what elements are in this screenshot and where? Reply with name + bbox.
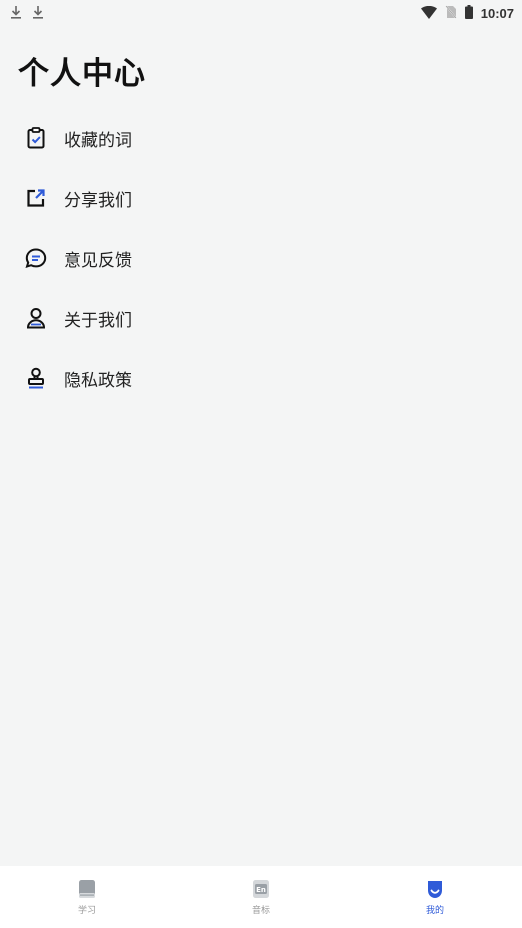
tab-label: 学习	[77, 905, 96, 916]
screen: 10:07 个人中心 收藏的词 分享我们 意见反馈 关于我们 隐私政策 学习 E…	[0, 0, 522, 928]
wifi-icon	[420, 4, 437, 23]
menu-item-share[interactable]: 分享我们	[0, 168, 522, 228]
menu-item-label: 收藏的词	[64, 130, 132, 151]
tab-study[interactable]: 学习	[27, 879, 147, 916]
tab-phonetics[interactable]: En 音标	[201, 879, 321, 916]
tab-label: 音标	[251, 905, 270, 916]
en-card-icon: En	[251, 879, 271, 899]
book-icon	[77, 879, 97, 899]
bottom-tab-bar: 学习 En 音标 我的	[0, 866, 522, 928]
battery-icon	[464, 4, 473, 23]
menu-item-label: 关于我们	[64, 310, 132, 331]
share-external-icon	[24, 186, 48, 210]
person-icon	[24, 306, 48, 330]
menu-list: 收藏的词 分享我们 意见反馈 关于我们 隐私政策	[0, 108, 522, 408]
page-title: 个人中心	[18, 56, 146, 92]
no-sim-icon	[445, 4, 457, 23]
chat-bubble-icon	[24, 246, 48, 270]
svg-text:En: En	[256, 886, 266, 894]
download-icon	[10, 4, 22, 23]
stamp-icon	[24, 366, 48, 390]
menu-item-label: 隐私政策	[64, 370, 132, 391]
profile-shield-icon	[425, 879, 445, 899]
menu-item-favorites[interactable]: 收藏的词	[0, 108, 522, 168]
tab-mine[interactable]: 我的	[375, 879, 495, 916]
tab-label: 我的	[425, 905, 444, 916]
menu-item-about[interactable]: 关于我们	[0, 288, 522, 348]
clipboard-check-icon	[24, 126, 48, 150]
menu-item-label: 分享我们	[64, 190, 132, 211]
menu-item-privacy[interactable]: 隐私政策	[0, 348, 522, 408]
status-bar: 10:07	[0, 0, 522, 26]
menu-item-feedback[interactable]: 意见反馈	[0, 228, 522, 288]
download-icon	[32, 4, 44, 23]
status-time: 10:07	[480, 5, 514, 21]
menu-item-label: 意见反馈	[64, 250, 132, 271]
